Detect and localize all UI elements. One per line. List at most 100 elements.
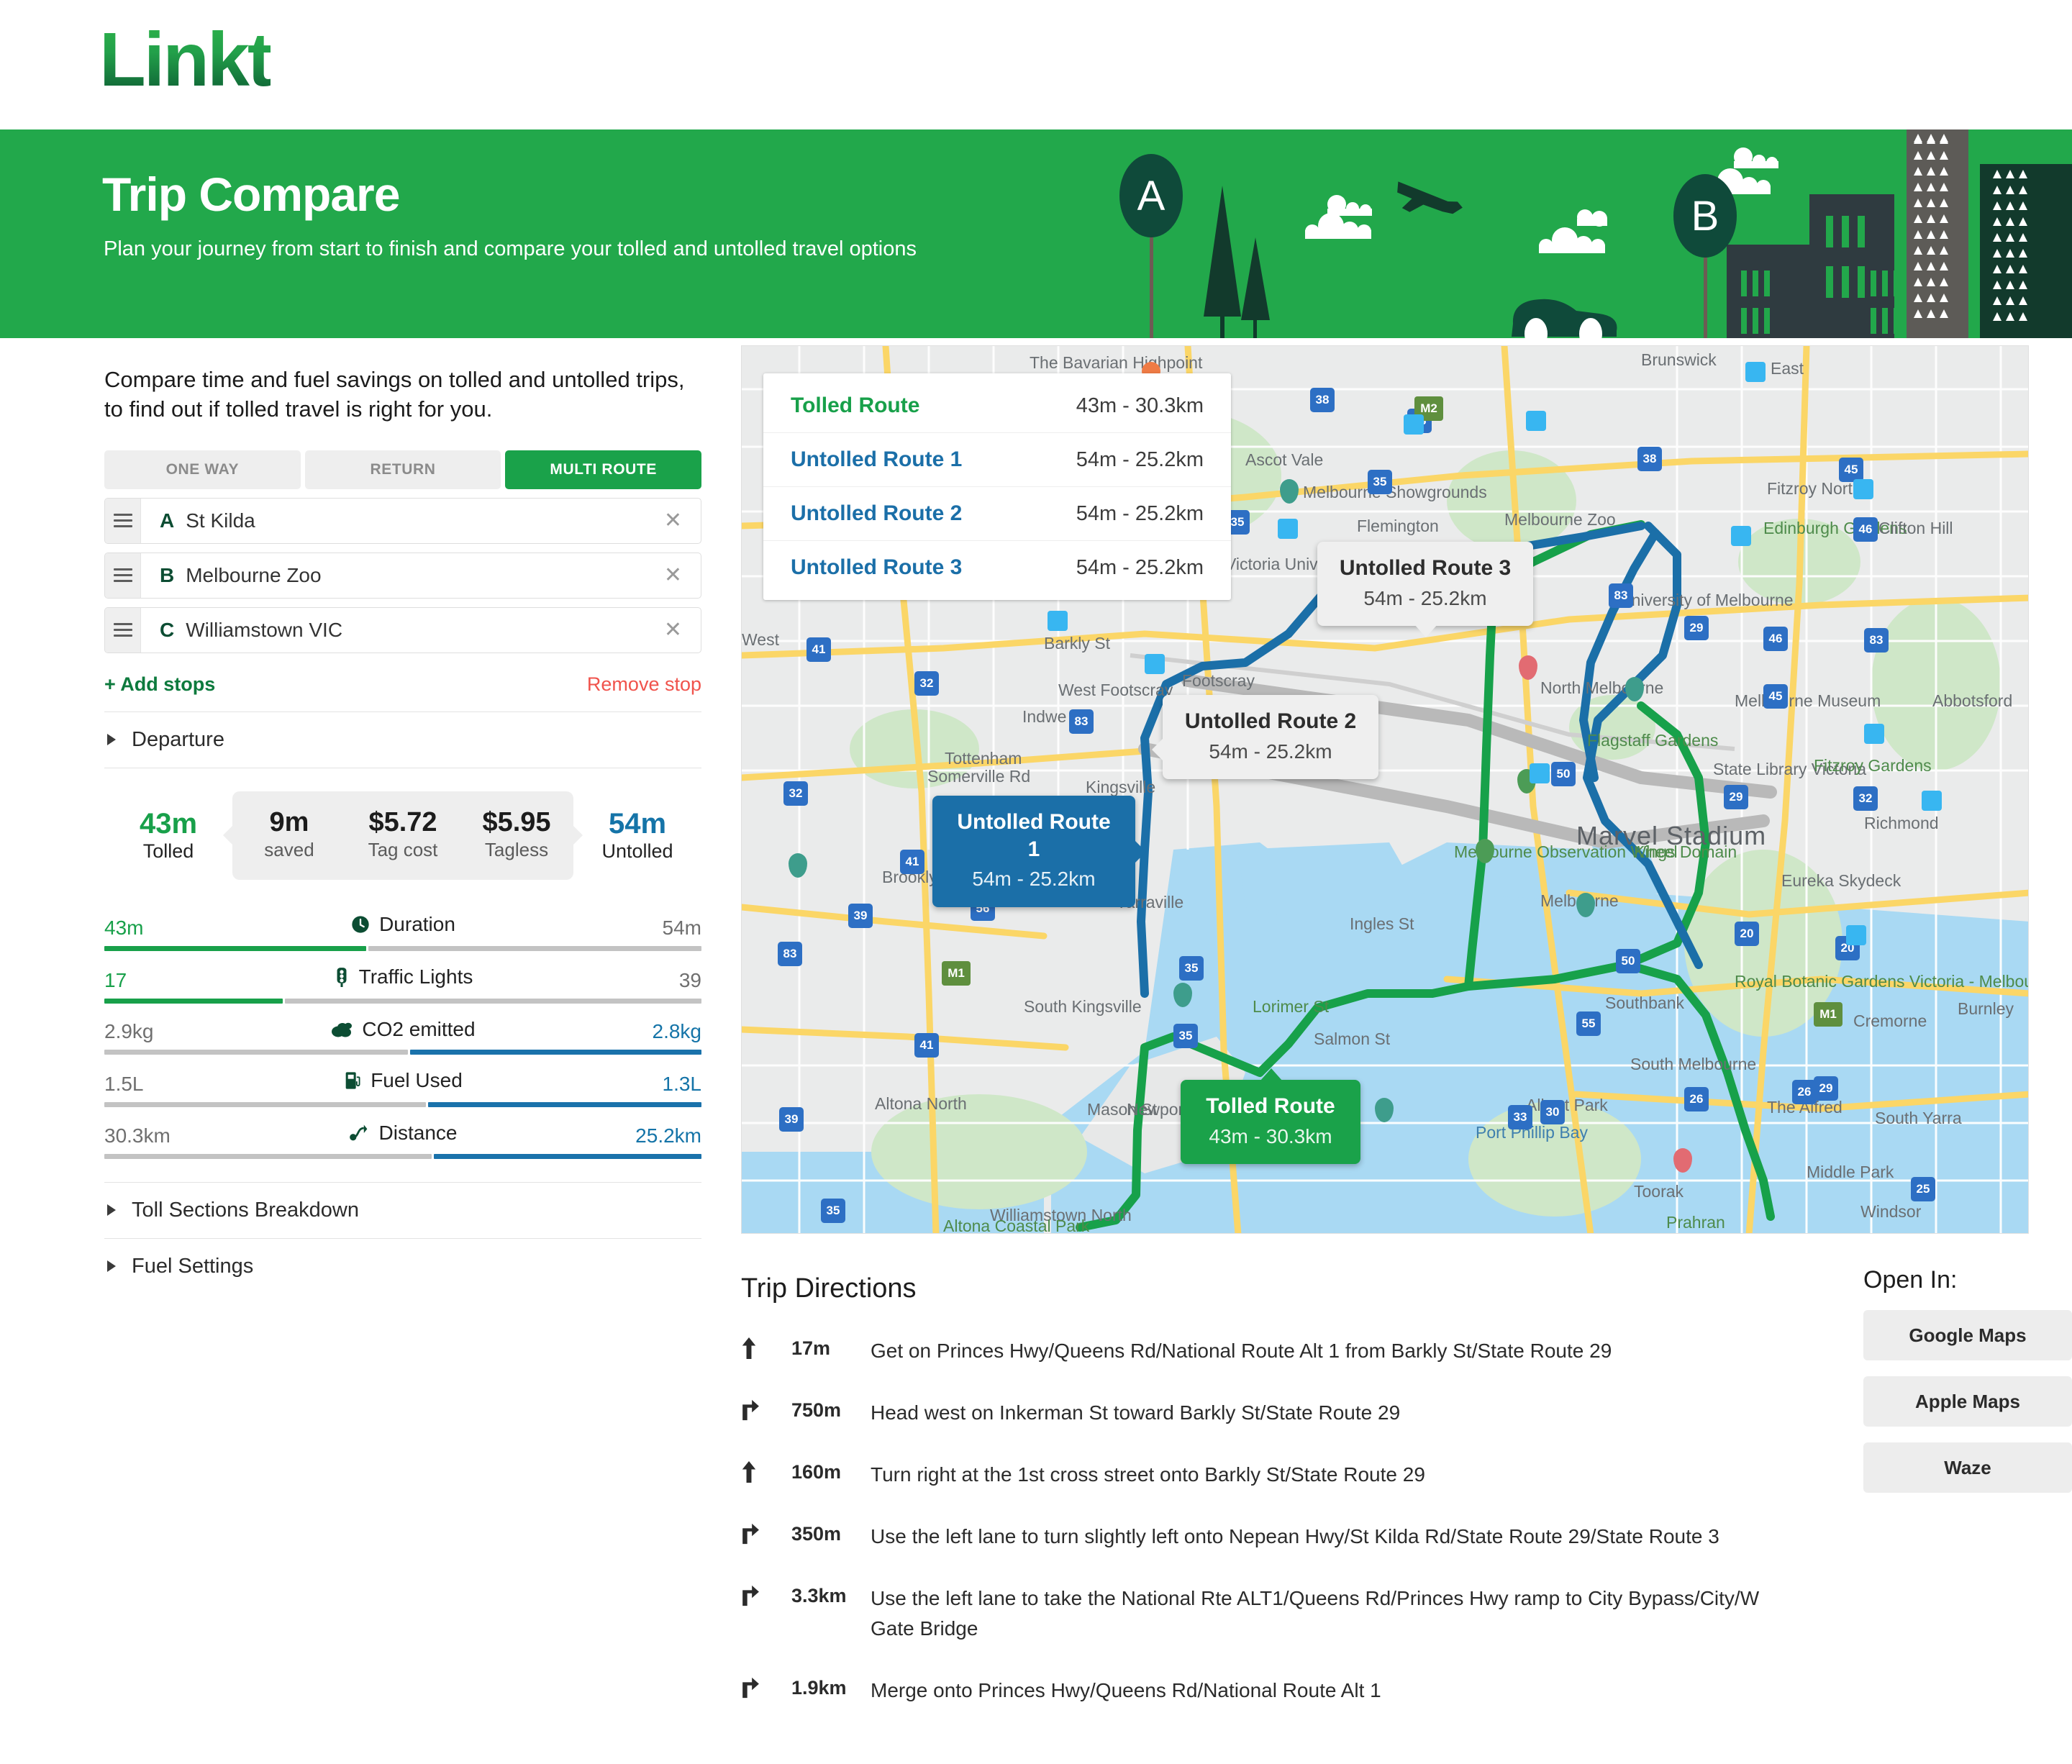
plane-icon [1397, 181, 1463, 214]
metric-tolled-value: 30.3km [104, 1124, 171, 1147]
top-bar: Linkt [0, 0, 2072, 129]
summary-tolled-value: 43m [139, 808, 198, 840]
route-shield: 46 [1763, 627, 1788, 651]
route-shield: 29 [1814, 1076, 1838, 1101]
map-column: Marvel Stadium The Bavarian Highpoint As… [741, 345, 2029, 1234]
step-distance: 17m [791, 1337, 831, 1359]
step-text: Turn right at the 1st cross street onto … [871, 1463, 1425, 1486]
route-shield: 41 [900, 850, 924, 874]
toll-sections-label: Toll Sections Breakdown [132, 1198, 359, 1222]
stop-letter: C [160, 618, 175, 641]
legend-route-value: 54m - 25.2km [1076, 501, 1204, 525]
tag-cost-label: Tag cost [368, 838, 438, 860]
step-distance: 750m [791, 1399, 842, 1421]
train-station-icon [1864, 724, 1884, 744]
stop-input[interactable]: Melbourne Zoo [186, 564, 664, 587]
legend-row[interactable]: Untolled Route 1 54m - 25.2km [763, 433, 1231, 487]
train-station-icon [1530, 763, 1550, 783]
tooltip-sub: 54m - 25.2km [1363, 586, 1487, 609]
legend-route-value: 54m - 25.2km [1076, 555, 1204, 579]
open-in-waze-button[interactable]: Waze [1863, 1442, 2072, 1493]
drag-handle-icon[interactable] [105, 607, 141, 653]
open-in-apple-maps-button[interactable]: Apple Maps [1863, 1376, 2072, 1427]
map-marker-a: A [1119, 154, 1183, 338]
departure-accordion[interactable]: Departure [104, 712, 701, 768]
intro-text: Compare time and fuel savings on tolled … [104, 367, 685, 422]
metric-tolled-value: 1.5L [104, 1072, 144, 1095]
legend-row[interactable]: Untolled Route 3 54m - 25.2km [763, 541, 1231, 594]
hero-banner: Trip Compare Plan your journey from star… [0, 129, 2072, 338]
direction-step: 17m Get on Princes Hwy/Queens Rd/Nationa… [741, 1336, 1770, 1366]
legend-row[interactable]: Tolled Route 43m - 30.3km [763, 379, 1231, 433]
arrow-straight-icon [741, 1336, 791, 1363]
step-distance: 160m [791, 1461, 842, 1483]
clock-icon [350, 914, 371, 935]
stop-row[interactable]: C Williamstown VIC ✕ [104, 606, 701, 653]
route-shield: 41 [806, 637, 831, 662]
legend-route-name: Untolled Route 3 [791, 555, 963, 579]
step-text: Get on Princes Hwy/Queens Rd/National Ro… [871, 1340, 1612, 1362]
step-distance: 1.9km [791, 1677, 847, 1699]
drag-handle-icon[interactable] [105, 498, 141, 543]
route-shield: 35 [1173, 1024, 1198, 1048]
add-stops-link[interactable]: + Add stops [104, 673, 215, 696]
open-in-google-maps-button[interactable]: Google Maps [1863, 1310, 2072, 1360]
route-shield: 39 [848, 904, 873, 928]
stop-letter: B [160, 563, 175, 586]
route-shield: 20 [1735, 922, 1759, 946]
tooltip-title: Untolled Route 2 [1184, 709, 1357, 733]
clear-icon[interactable]: ✕ [664, 619, 682, 641]
route-tooltip-untolled-1[interactable]: Untolled Route 1 54m - 25.2km [932, 796, 1146, 907]
route-tooltip-tolled[interactable]: Tolled Route 43m - 30.3km [1181, 1068, 1360, 1165]
tooltip-title: Tolled Route [1206, 1094, 1335, 1118]
drag-handle-icon[interactable] [105, 553, 141, 598]
mode-one-way-button[interactable]: ONE WAY [104, 450, 301, 489]
train-station-icon [1404, 414, 1424, 435]
route-shield: 35 [821, 1199, 845, 1223]
route-tooltip-untolled-3[interactable]: Untolled Route 3 54m - 25.2km [1317, 542, 1533, 638]
clear-icon[interactable]: ✕ [664, 509, 682, 532]
route-legend: Tolled Route 43m - 30.3km Untolled Route… [763, 373, 1231, 600]
route-shield: 83 [1069, 709, 1094, 734]
legend-row[interactable]: Untolled Route 2 54m - 25.2km [763, 487, 1231, 541]
mode-multi-route-button[interactable]: MULTI ROUTE [505, 450, 702, 489]
trip-planner-panel: Compare time and fuel savings on tolled … [104, 365, 702, 1294]
tag-cost-value: $5.72 [368, 806, 437, 837]
metric-tolled-value: 17 [104, 968, 127, 991]
direction-step: 750m Head west on Inkerman St toward Bar… [741, 1398, 1770, 1428]
route-shield: 50 [1551, 762, 1576, 786]
metrics-list: 43m Duration 54m 17 Traffic Lights 39 2.… [104, 899, 701, 1183]
train-station-icon [1846, 925, 1866, 945]
stop-row[interactable]: B Melbourne Zoo ✕ [104, 552, 701, 599]
metric-untolled-value: 54m [662, 916, 701, 939]
direction-step: 1.9km Merge onto Princes Hwy/Queens Rd/N… [741, 1676, 1770, 1706]
trip-mode-toggle: ONE WAY RETURN MULTI ROUTE [104, 450, 702, 489]
fuel-settings-accordion[interactable]: Fuel Settings [104, 1239, 701, 1294]
open-in-title: Open In: [1863, 1266, 1958, 1294]
train-station-icon [1922, 791, 1942, 811]
clear-icon[interactable]: ✕ [664, 564, 682, 586]
tooltip-sub: 54m - 25.2km [972, 868, 1096, 890]
route-shield: 38 [1310, 388, 1335, 412]
arrow-turn-right-icon [741, 1522, 791, 1548]
remove-stop-link[interactable]: Remove stop [587, 673, 701, 696]
toll-sections-accordion[interactable]: Toll Sections Breakdown [104, 1183, 701, 1239]
route-shield: 45 [1839, 458, 1863, 482]
traffic-light-icon [333, 967, 350, 987]
route-tooltip-untolled-2[interactable]: Untolled Route 2 54m - 25.2km [1152, 695, 1378, 780]
step-distance: 350m [791, 1523, 842, 1545]
route-shield: 50 [1616, 949, 1640, 973]
route-map[interactable]: Marvel Stadium The Bavarian Highpoint As… [741, 345, 2029, 1234]
stop-input[interactable]: St Kilda [186, 509, 664, 532]
step-text: Merge onto Princes Hwy/Queens Rd/Nationa… [871, 1679, 1381, 1701]
route-shield: M1 [942, 961, 971, 986]
route-shield: 39 [779, 1107, 804, 1132]
linkt-logo[interactable]: Linkt [99, 22, 273, 98]
page-title: Trip Compare [102, 168, 400, 221]
stop-input[interactable]: Williamstown VIC [186, 619, 664, 642]
mode-return-button[interactable]: RETURN [304, 450, 501, 489]
route-shield: 83 [1864, 628, 1889, 653]
summary-tagless: $5.95 Tagless [460, 807, 573, 861]
stop-row[interactable]: A St Kilda ✕ [104, 497, 701, 544]
fuel-settings-label: Fuel Settings [132, 1254, 254, 1278]
